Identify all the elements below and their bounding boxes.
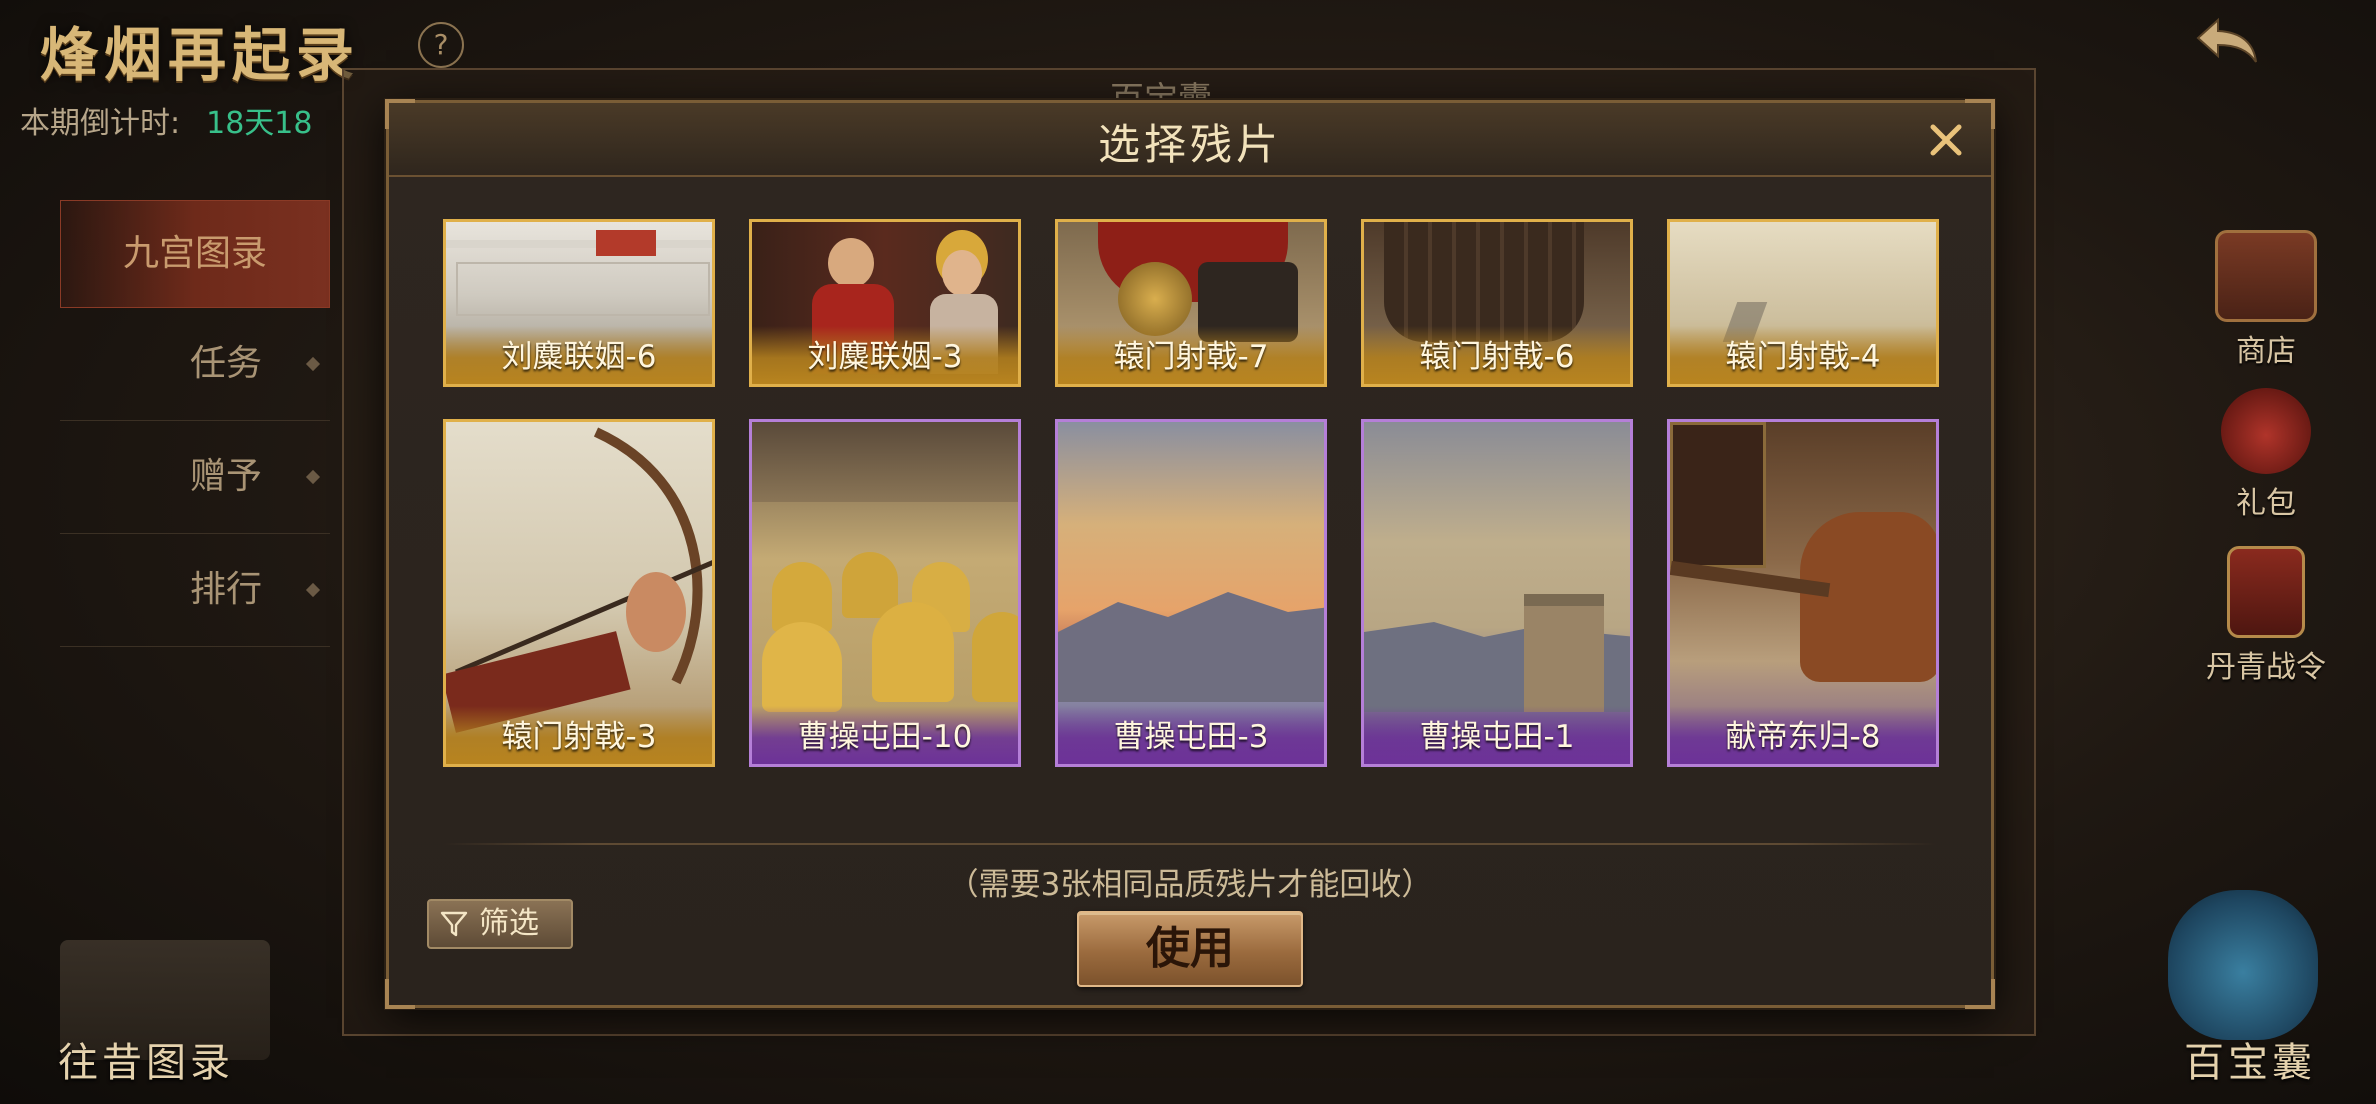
fragment-grid: 刘麋联姻-6 刘麋联姻-3 辕门射戟-7 辕门射戟-6 辕门射戟-4 辕门射戟-… — [443, 219, 1939, 767]
filter-label: 筛选 — [479, 906, 539, 941]
fragment-label: 曹操屯田-3 — [1113, 719, 1269, 755]
select-fragment-dialog: 选择残片 刘麋联姻-6 刘麋联姻-3 辕门射戟-7 辕门射戟-6 辕门射戟-4 … — [385, 99, 1995, 1009]
divider — [443, 843, 1937, 845]
side-tab-rank[interactable]: 排行 — [60, 534, 330, 647]
side-tabs: 九宫图录 任务 赠予 排行 — [60, 200, 330, 647]
fragment-label: 刘麋联姻-3 — [807, 339, 963, 375]
gift-bag-icon — [2221, 388, 2311, 474]
fragment-label: 刘麋联姻-6 — [501, 339, 657, 375]
shop-button[interactable]: 商店 — [2196, 230, 2336, 388]
filter-button[interactable]: 筛选 — [427, 899, 573, 949]
side-tab-gift[interactable]: 赠予 — [60, 421, 330, 534]
side-tab-label: 任务 — [189, 343, 262, 384]
back-arrow-icon[interactable] — [2190, 14, 2264, 68]
fragment-label: 辕门射戟-3 — [501, 719, 657, 755]
diamond-icon — [305, 469, 321, 485]
war-order-label: 丹青战令 — [2206, 650, 2326, 685]
fragment-label: 曹操屯田-1 — [1419, 719, 1575, 755]
side-tab-tasks[interactable]: 任务 — [60, 308, 330, 421]
fragment-card[interactable]: 辕门射戟-7 — [1055, 219, 1327, 387]
fragment-label: 献帝东归-8 — [1725, 719, 1881, 755]
diamond-icon — [305, 356, 321, 372]
fragment-card[interactable]: 献帝东归-8 — [1667, 419, 1939, 767]
fragment-label: 辕门射戟-7 — [1113, 339, 1269, 375]
shop-label: 商店 — [2236, 334, 2296, 369]
past-album-label[interactable]: 往昔图录 — [58, 1030, 234, 1088]
countdown-value: 18天18 — [206, 106, 313, 141]
fragment-card[interactable]: 辕门射戟-6 — [1361, 219, 1633, 387]
fragment-label: 辕门射戟-4 — [1725, 339, 1881, 375]
fragment-label: 曹操屯田-10 — [797, 719, 973, 755]
fragment-card[interactable]: 曹操屯田-1 — [1361, 419, 1633, 767]
countdown: 本期倒计时: 18天18 — [20, 98, 312, 142]
fragment-card[interactable]: 曹操屯田-3 — [1055, 419, 1327, 767]
filter-funnel-icon — [440, 911, 468, 937]
gift-pack-label: 礼包 — [2236, 486, 2296, 521]
corner-ornament — [1965, 979, 1995, 1009]
fragment-card[interactable]: 曹操屯田-10 — [749, 419, 1021, 767]
dialog-title: 选择残片 — [1097, 120, 1282, 169]
side-tab-jiugong[interactable]: 九宫图录 — [60, 200, 330, 308]
right-menu: 商店 礼包 丹青战令 — [2196, 230, 2336, 704]
fragment-label: 辕门射戟-6 — [1419, 339, 1575, 375]
gift-pack-button[interactable]: 礼包 — [2196, 388, 2336, 546]
recycle-hint: （需要3张相同品质残片才能回收） — [947, 867, 1433, 903]
corner-ornament — [385, 979, 415, 1009]
treasure-bag-icon[interactable] — [2168, 890, 2318, 1040]
side-tab-label: 九宫图录 — [122, 233, 267, 274]
fragment-card[interactable]: 刘麋联姻-6 — [443, 219, 715, 387]
countdown-label: 本期倒计时: — [20, 106, 181, 141]
chest-icon — [2215, 230, 2317, 322]
fragment-card[interactable]: 刘麋联姻-3 — [749, 219, 1021, 387]
side-tab-label: 排行 — [189, 569, 262, 610]
close-icon[interactable] — [1921, 115, 1971, 165]
use-button[interactable]: 使用 — [1077, 911, 1303, 987]
help-icon[interactable]: ? — [418, 22, 464, 68]
war-order-icon — [2227, 546, 2305, 638]
event-title: 烽烟再起录 — [40, 21, 361, 89]
fragment-card[interactable]: 辕门射戟-3 — [443, 419, 715, 767]
side-tab-label: 赠予 — [189, 456, 262, 497]
diamond-icon — [305, 582, 321, 598]
war-order-button[interactable]: 丹青战令 — [2196, 546, 2336, 704]
dialog-header: 选择残片 — [389, 103, 1991, 177]
treasure-bag-label[interactable]: 百宝囊 — [2184, 1030, 2316, 1088]
fragment-card[interactable]: 辕门射戟-4 — [1667, 219, 1939, 387]
